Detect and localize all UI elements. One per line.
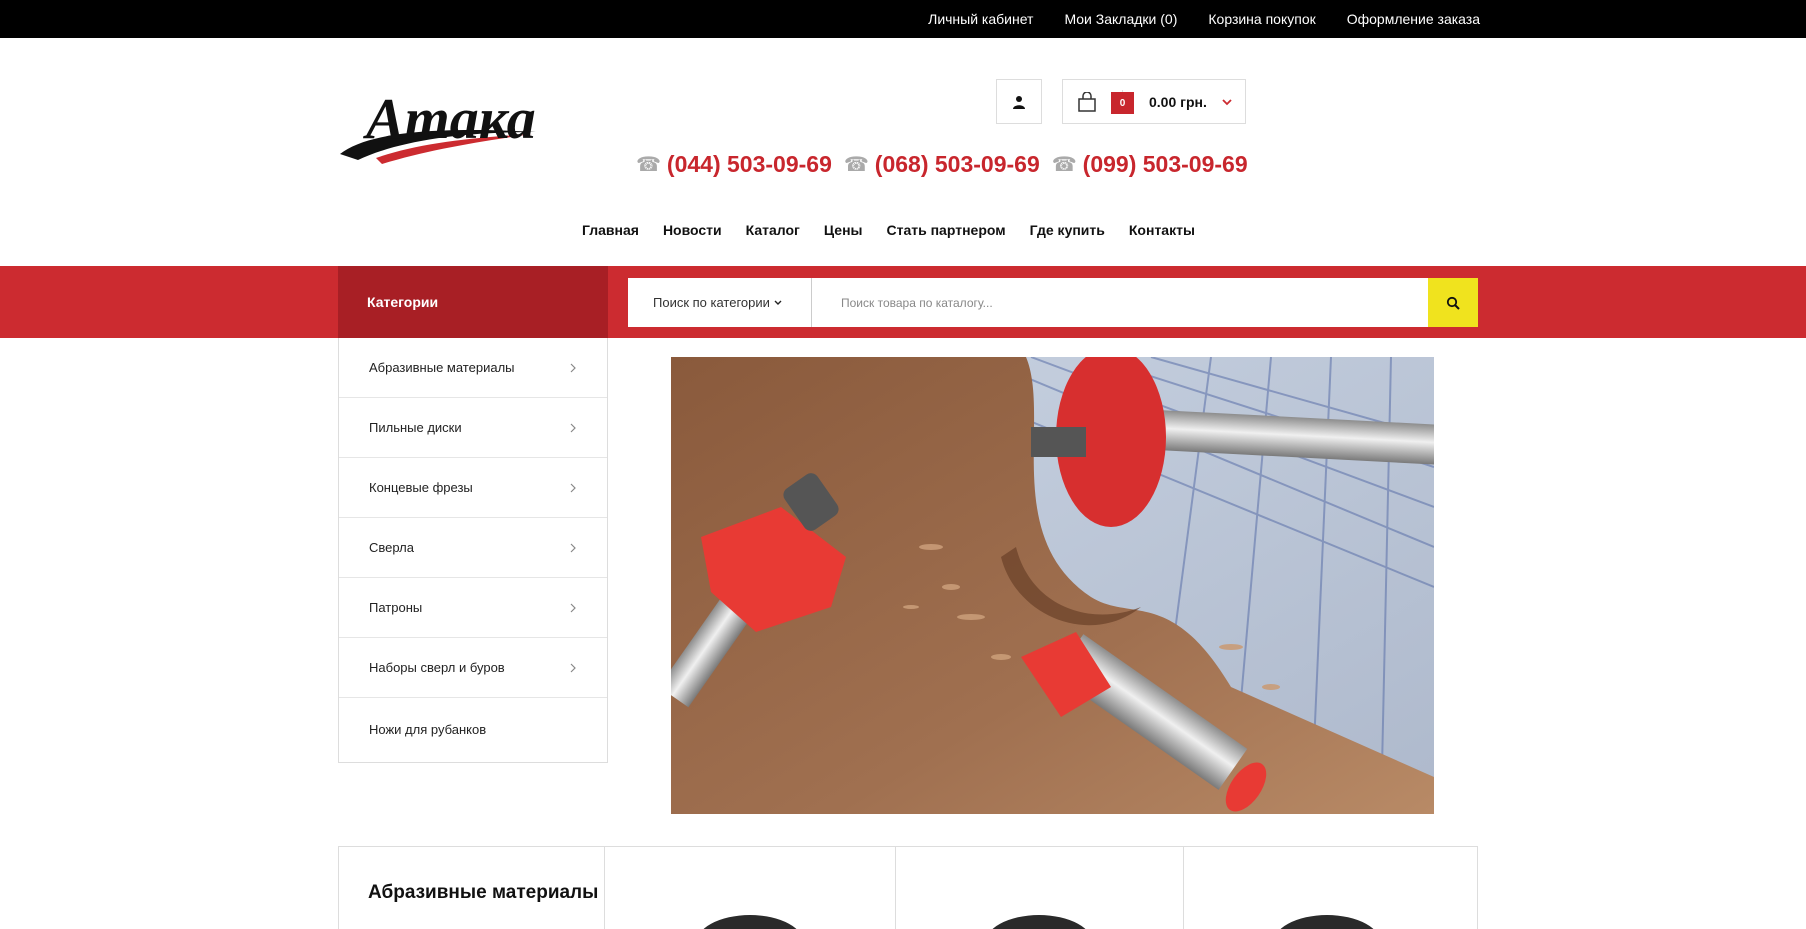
phone-text: (099) 503-09-69 [1082,151,1248,177]
user-icon [1013,95,1025,109]
phone-icon: ☎ [843,154,869,176]
phone-icon: ☎ [1051,154,1077,176]
sidebar-item-label: Пильные диски [369,420,462,435]
cart-total: 0.00 грн. [1149,94,1207,110]
section-title: Абразивные материалы [368,882,599,903]
phone-icon: ☎ [636,154,661,176]
nav-news[interactable]: Новости [663,222,722,238]
wishlist-link[interactable]: Мои Закладки (0) [1064,11,1177,27]
sidebar-item-label: Патроны [369,600,423,615]
chevron-right-icon [570,483,576,492]
phone-numbers: ☎ (044) 503-09-69 ☎ (068) 503-09-69 ☎ (0… [636,151,1248,178]
top-bar: Личный кабинет Мои Закладки (0) Корзина … [0,0,1806,38]
phone-text: (068) 503-09-69 [874,151,1040,177]
product-image [695,915,805,929]
user-account-button[interactable] [996,79,1042,124]
category-sidebar: Абразивные материалы Пильные диски Конце… [338,338,608,763]
cart-button[interactable]: 0 0.00 грн. [1062,79,1246,124]
sidebar-item-label: Концевые фрезы [369,480,473,495]
sidebar-item-label: Сверла [369,540,414,555]
chevron-down-icon [1222,99,1232,106]
product-card[interactable] [1183,847,1479,929]
phone-number-2[interactable]: ☎ (068) 503-09-69 [844,151,1040,178]
chevron-right-icon [570,363,576,372]
product-image [1272,915,1382,929]
logo-text: Атака [363,86,536,151]
checkout-link[interactable]: Оформление заказа [1347,11,1480,27]
chevron-right-icon [570,603,576,612]
sidebar-item-saw-blades[interactable]: Пильные диски [339,398,607,458]
search-category-select[interactable]: Поиск по категории [628,278,811,327]
sidebar-item-planer-knives[interactable]: Ножи для рубанков [339,698,607,761]
nav-catalog[interactable]: Каталог [746,222,800,238]
hero-banner[interactable] [671,357,1434,814]
search-button[interactable] [1428,278,1478,327]
search-input[interactable] [811,278,1428,327]
shopping-cart-link[interactable]: Корзина покупок [1208,11,1315,27]
nav-prices[interactable]: Цены [824,222,863,238]
phone-number-3[interactable]: ☎ (099) 503-09-69 [1052,151,1248,178]
sidebar-item-drills[interactable]: Сверла [339,518,607,578]
product-image [984,915,1094,929]
sidebar-item-label: Абразивные материалы [369,360,515,375]
site-logo[interactable]: Атака [336,76,556,176]
nav-where-to-buy[interactable]: Где купить [1030,222,1105,238]
nav-home[interactable]: Главная [582,222,639,238]
logo-graphic: Атака [340,86,536,164]
sidebar-item-end-mills[interactable]: Концевые фрезы [339,458,607,518]
sidebar-item-abrasives[interactable]: Абразивные материалы [339,338,607,398]
nav-become-partner[interactable]: Стать партнером [887,222,1006,238]
product-card[interactable] [604,847,895,929]
chevron-right-icon [570,663,576,672]
product-section: Абразивные материалы [338,846,1478,929]
sidebar-item-label: Наборы сверл и буров [369,660,505,675]
sidebar-item-drill-sets[interactable]: Наборы сверл и буров [339,638,607,698]
categories-header[interactable]: Категории [338,266,608,338]
sidebar-item-chucks[interactable]: Патроны [339,578,607,638]
product-card[interactable] [895,847,1183,929]
nav-contacts[interactable]: Контакты [1129,222,1195,238]
chevron-right-icon [570,423,576,432]
phone-text: (044) 503-09-69 [666,151,832,177]
shopping-bag-icon [1078,92,1096,112]
chevron-down-icon [774,300,782,305]
search-icon [1446,296,1460,310]
phone-number-1[interactable]: ☎ (044) 503-09-69 [636,151,832,178]
account-link[interactable]: Личный кабинет [928,11,1033,27]
cart-count-badge: 0 [1111,92,1134,114]
main-navigation: Главная Новости Каталог Цены Стать партн… [582,222,1195,238]
banner-router-bits-image [671,357,1434,814]
sidebar-item-label: Ножи для рубанков [369,722,487,737]
top-links: Личный кабинет Мои Закладки (0) Корзина … [928,0,1480,38]
chevron-right-icon [570,543,576,552]
search-category-label: Поиск по категории [653,295,770,310]
